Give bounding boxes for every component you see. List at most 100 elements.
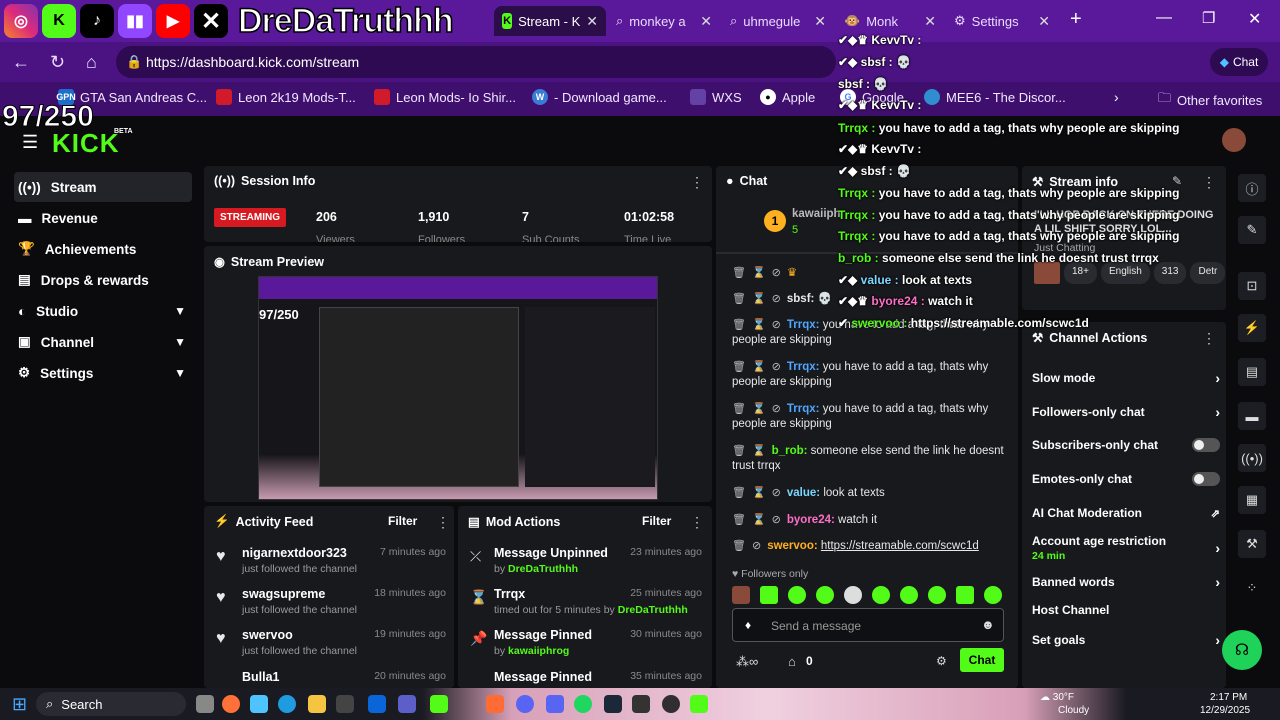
chat-message[interactable]: 🗑 ⌛ ⊘ value: look at texts (732, 486, 1004, 501)
sidebar-item-studio[interactable]: ◐ Studio ▼ (14, 296, 192, 326)
followers-only-row[interactable]: Followers-only chat › (1032, 404, 1220, 420)
slow-mode-row[interactable]: Slow mode › (1032, 370, 1220, 386)
favorite-item[interactable]: Leon Mods- Io Shir... (374, 89, 516, 105)
target-icon[interactable]: ⊡ (1238, 272, 1266, 300)
ban-icon[interactable]: ⊘ (772, 293, 781, 305)
chat-user[interactable]: swervoo: (767, 540, 818, 552)
more-icon[interactable]: ⋮ (1202, 330, 1216, 347)
emote-icon[interactable] (760, 586, 778, 604)
chat-user[interactable]: byore24: (787, 514, 835, 526)
sidebar-item-achievements[interactable]: 🏆 Achievements (14, 234, 192, 264)
tab-settings[interactable]: ⚙ Settings ✕ (946, 6, 1058, 36)
chat-user[interactable]: value: (787, 487, 820, 499)
chat-user[interactable]: b_rob: (772, 445, 808, 457)
nodes-icon[interactable]: ⁘ (1238, 574, 1266, 602)
trash-icon[interactable]: 🗑 (732, 487, 746, 499)
minimize-button[interactable]: — (1156, 9, 1172, 27)
taskbar-search[interactable]: ⌕ Search (36, 692, 186, 716)
chat-message[interactable]: 🗑 ⌛ b_rob: someone else send the link he d… (732, 444, 1004, 474)
back-icon[interactable]: ← (12, 52, 30, 73)
mic-icon[interactable]: ♦ (745, 618, 751, 632)
filter-button[interactable]: Filter (642, 514, 671, 528)
chat-link[interactable]: https://streamable.com/scwc1d (821, 540, 979, 552)
close-icon[interactable]: ✕ (924, 13, 936, 30)
discord-icon[interactable] (546, 695, 564, 713)
tag-chip[interactable]: Detr (1190, 262, 1226, 284)
trash-icon[interactable]: 🗑 (732, 514, 746, 526)
stream-preview-video[interactable]: 97/250 (258, 276, 658, 500)
document-icon[interactable]: ▤ (1238, 358, 1266, 386)
hourglass-icon[interactable]: ⌛ (752, 361, 766, 373)
clock-time[interactable]: 2:17 PM (1210, 692, 1247, 703)
emote-icon[interactable] (844, 586, 862, 604)
info-icon[interactable]: ⓘ (1238, 174, 1266, 202)
mod-user[interactable]: DreDaTruthhh (508, 563, 578, 575)
app-icon[interactable] (486, 695, 504, 713)
emote-icon[interactable] (900, 586, 918, 604)
menu-icon[interactable]: ☰ (22, 132, 38, 153)
tab-uhmegule[interactable]: ⌕ uhmegule ✕ (722, 6, 834, 36)
steam-icon[interactable] (604, 695, 622, 713)
firefox-icon[interactable] (222, 695, 240, 713)
wrench-icon[interactable]: ⚒ (1238, 530, 1266, 558)
close-icon[interactable]: ✕ (1038, 13, 1050, 30)
chat-user[interactable]: Trrqx: (787, 361, 820, 373)
url-field[interactable]: 🔒 https://dashboard.kick.com/stream (116, 46, 836, 78)
set-goals-row[interactable]: Set goals › (1032, 632, 1220, 648)
emote-icon[interactable] (788, 586, 806, 604)
close-icon[interactable]: ✕ (586, 13, 598, 30)
app-icon[interactable] (336, 695, 354, 713)
favorite-item[interactable]: MEE6 - The Discor... (924, 89, 1066, 105)
filter-button[interactable]: Filter (388, 514, 417, 528)
copilot-icon[interactable] (250, 695, 268, 713)
ban-icon[interactable]: ⊘ (752, 540, 761, 552)
chat-user[interactable]: Trrqx: (787, 319, 820, 331)
avatar[interactable] (1222, 128, 1246, 152)
emote-icon[interactable] (956, 586, 974, 604)
subscribers-only-toggle[interactable] (1192, 438, 1220, 452)
ban-icon[interactable]: ⊘ (772, 267, 781, 279)
edit-icon[interactable]: ✎ (1238, 216, 1266, 244)
ban-icon[interactable]: ⊘ (772, 361, 781, 373)
edge-icon[interactable] (278, 695, 296, 713)
close-icon[interactable]: ✕ (700, 13, 712, 30)
kick-icon[interactable] (430, 695, 448, 713)
chat-message[interactable]: 🗑 ⌛ ⊘ Trrqx: you have to add a tag, thats w… (732, 402, 1004, 432)
restore-button[interactable]: ❐ (1202, 9, 1215, 27)
ban-icon[interactable]: ⊘ (772, 403, 781, 415)
trash-icon[interactable]: 🗑 (732, 445, 746, 457)
trash-icon[interactable]: 🗑 (732, 293, 746, 305)
tab-monk[interactable]: 🐵 Monk ✕ (836, 6, 944, 36)
ban-icon[interactable]: ⊘ (772, 319, 781, 331)
more-icon[interactable]: ⋮ (690, 514, 704, 531)
ban-icon[interactable]: ⊘ (772, 487, 781, 499)
hourglass-icon[interactable]: ⌛ (752, 403, 766, 415)
close-window-button[interactable]: ✕ (1248, 9, 1261, 29)
favorite-item[interactable]: W - Download game... (532, 89, 667, 105)
kick-icon[interactable] (690, 695, 708, 713)
account-age-row[interactable]: Account age restriction 24 min › (1032, 534, 1220, 562)
layout-icon[interactable]: ▦ (1238, 486, 1266, 514)
windows-start-icon[interactable]: ⊞ (12, 694, 27, 715)
trash-icon[interactable]: 🗑 (732, 403, 746, 415)
send-chat-button[interactable]: Chat (960, 648, 1004, 672)
more-icon[interactable]: ⋮ (690, 174, 704, 191)
close-icon[interactable]: ✕ (814, 13, 826, 30)
emoji-icon[interactable]: ☻ (981, 617, 995, 632)
trash-icon[interactable]: 🗑 (732, 361, 746, 373)
new-tab-button[interactable]: + (1070, 8, 1082, 31)
gear-icon[interactable]: ⚙ (936, 654, 947, 668)
teams-icon[interactable] (398, 695, 416, 713)
tag-chip[interactable]: 313 (1153, 262, 1187, 284)
favorite-item[interactable]: Leon 2k19 Mods-T... (216, 89, 356, 105)
hourglass-icon[interactable]: ⌛ (752, 267, 766, 279)
hourglass-icon[interactable]: ⌛ (752, 293, 766, 305)
store-icon[interactable]: ⌂ (788, 654, 796, 669)
favorite-item[interactable]: ● Apple (760, 89, 815, 105)
mod-user[interactable]: kawaiiphrog (508, 645, 569, 657)
clock-date[interactable]: 12/29/2025 (1200, 705, 1250, 716)
chat-user[interactable]: Trrqx: (787, 403, 820, 415)
sidebar-item-settings[interactable]: ⚙ Settings ▼ (14, 358, 192, 388)
sidebar-item-stream[interactable]: ((•)) Stream (14, 172, 192, 202)
spotify-icon[interactable] (574, 695, 592, 713)
